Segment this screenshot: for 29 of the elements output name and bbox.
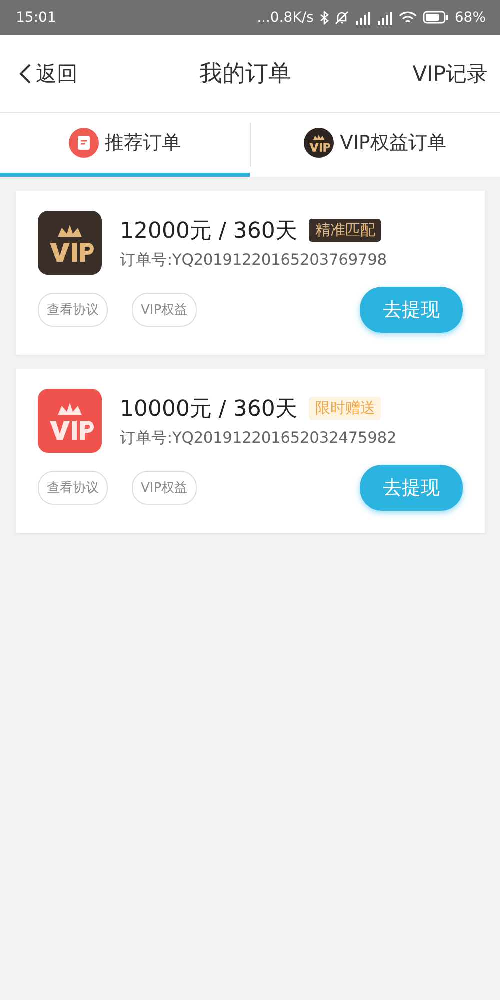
- page-title: 我的订单: [198, 60, 292, 89]
- pill-button[interactable]: 查看协议: [38, 293, 108, 327]
- wifi-icon: [398, 10, 417, 24]
- back-chevron-icon: [18, 62, 32, 84]
- network-speed: ...0.8K/s: [257, 10, 314, 26]
- signal-icon: [354, 10, 371, 24]
- vip-crown-icon: [304, 128, 334, 158]
- back-button[interactable]: 返回: [18, 60, 78, 88]
- pill-button[interactable]: VIP权益: [132, 293, 197, 327]
- order-number: 订单号:YQ201912201652032475982: [120, 428, 397, 448]
- tab[interactable]: 推荐订单: [0, 113, 250, 177]
- order-number: 订单号:YQ20191220165203769798: [120, 250, 387, 270]
- battery-icon: [422, 11, 449, 24]
- vip-records-link[interactable]: VIP记录: [412, 60, 488, 88]
- pill-button[interactable]: VIP权益: [132, 471, 197, 505]
- signal-icon: [376, 10, 393, 24]
- bluetooth-icon: [320, 10, 329, 24]
- order-tag: 精准匹配: [309, 219, 382, 242]
- withdraw-button[interactable]: 去提现: [360, 465, 463, 511]
- tab[interactable]: VIP权益订单: [250, 113, 500, 177]
- document-icon: [68, 128, 99, 158]
- order-tag: 限时赠送: [309, 397, 382, 420]
- pill-button[interactable]: 查看协议: [38, 471, 108, 505]
- bell-muted-icon: [334, 10, 349, 24]
- status-time: 15:01: [16, 10, 58, 26]
- order-amount: 10000元 / 360天: [120, 396, 298, 424]
- withdraw-button[interactable]: 去提现: [360, 287, 463, 333]
- battery-percent: 68%: [454, 10, 486, 26]
- order-amount: 12000元 / 360天: [120, 218, 298, 246]
